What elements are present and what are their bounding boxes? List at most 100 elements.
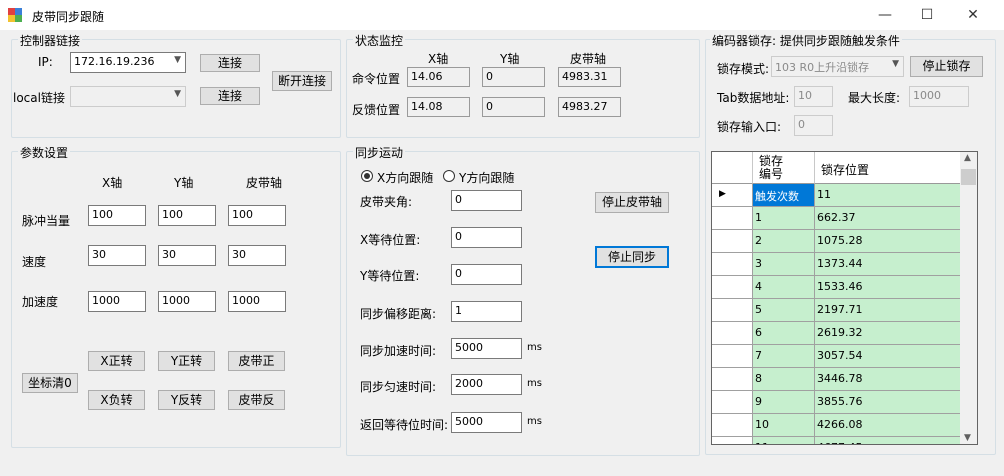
sync-const-time-label: 同步匀速时间: — [360, 380, 437, 394]
x-forward-button[interactable]: X正转 — [88, 351, 145, 371]
params-header-x: X轴 — [102, 176, 123, 190]
sync-offset-label: 同步偏移距离: — [360, 307, 437, 321]
accel-y-input[interactable]: 1000 — [158, 291, 216, 312]
sync-const-time-unit: ms — [527, 378, 542, 389]
grid-vertical-scrollbar[interactable]: ▲ ▼ — [960, 152, 977, 444]
status-header-y: Y轴 — [500, 52, 520, 66]
speed-label: 速度 — [22, 255, 47, 269]
current-row-icon: ▶ — [719, 189, 726, 199]
stop-latch-button[interactable]: 停止锁存 — [910, 56, 983, 77]
speed-x-input[interactable]: 30 — [88, 245, 146, 266]
zero-coords-button[interactable]: 坐标清0 — [22, 373, 78, 393]
grid-row-header[interactable]: ▶ — [712, 184, 753, 207]
grid-cell-number[interactable]: 9 — [753, 391, 815, 414]
y-follow-radio[interactable] — [443, 170, 455, 182]
latch-input-label: 锁存输入口: — [717, 120, 782, 134]
controller-group-label: 控制器链接 — [18, 32, 83, 49]
max-length-label: 最大长度: — [848, 91, 901, 105]
grid-cell-position[interactable]: 1075.28 — [815, 230, 961, 253]
grid-row-header[interactable] — [712, 207, 753, 230]
grid-row-header[interactable] — [712, 414, 753, 437]
return-wait-time-input[interactable]: 5000 — [451, 412, 522, 433]
accel-belt-input[interactable]: 1000 — [228, 291, 286, 312]
grid-cell-position[interactable]: 662.37 — [815, 207, 961, 230]
grid-row-header[interactable] — [712, 230, 753, 253]
ip-value: 172.16.19.236 — [74, 55, 155, 68]
belt-angle-input[interactable]: 0 — [451, 190, 522, 211]
pulse-x-input[interactable]: 100 — [88, 205, 146, 226]
grid-cell-position[interactable]: 3057.54 — [815, 345, 961, 368]
fb-x-field: 14.08 — [407, 97, 470, 117]
grid-row-header[interactable] — [712, 253, 753, 276]
y-reverse-button[interactable]: Y反转 — [158, 390, 215, 410]
grid-cell-number[interactable]: 触发次数 — [753, 184, 815, 207]
sync-const-time-input[interactable]: 2000 — [451, 374, 522, 395]
x-follow-radio[interactable] — [361, 170, 373, 182]
sync-accel-time-input[interactable]: 5000 — [451, 338, 522, 359]
latch-data-grid[interactable]: 锁存 编号 锁存位置 ▶ 触发次数 11 1 662.37 2 1075.28 … — [711, 151, 978, 445]
scroll-down-icon[interactable]: ▼ — [964, 433, 971, 443]
grid-row-header[interactable] — [712, 322, 753, 345]
connect-local-button[interactable]: 连接 — [200, 87, 260, 105]
speed-belt-input[interactable]: 30 — [228, 245, 286, 266]
grid-header-number[interactable]: 锁存 编号 — [753, 152, 815, 184]
grid-cell-position[interactable]: 1533.46 — [815, 276, 961, 299]
x-reverse-button[interactable]: X负转 — [88, 390, 145, 410]
title-bar — [0, 0, 1004, 30]
grid-cell-number[interactable]: 7 — [753, 345, 815, 368]
max-length-input[interactable]: 1000 — [909, 86, 969, 107]
grid-cell-position[interactable]: 3855.76 — [815, 391, 961, 414]
y-follow-label: Y方向跟随 — [459, 171, 515, 185]
grid-cell-position[interactable]: 11 — [815, 184, 961, 207]
minimize-button[interactable]: — — [862, 0, 908, 30]
stop-belt-button[interactable]: 停止皮带轴 — [595, 192, 669, 213]
grid-cell-position[interactable]: 2197.71 — [815, 299, 961, 322]
grid-cell-number[interactable]: 11 — [753, 437, 815, 444]
grid-cell-number[interactable]: 4 — [753, 276, 815, 299]
y-wait-label: Y等待位置: — [360, 269, 420, 283]
grid-cell-position[interactable]: 1373.44 — [815, 253, 961, 276]
tab-address-input[interactable]: 10 — [794, 86, 833, 107]
pulse-y-input[interactable]: 100 — [158, 205, 216, 226]
belt-forward-button[interactable]: 皮带正 — [228, 351, 285, 371]
grid-cell-number[interactable]: 6 — [753, 322, 815, 345]
ip-select[interactable]: 172.16.19.236 ▼ — [70, 52, 186, 73]
grid-cell-number[interactable]: 10 — [753, 414, 815, 437]
grid-header-position[interactable]: 锁存位置 — [815, 152, 961, 184]
grid-cell-position[interactable]: 4266.08 — [815, 414, 961, 437]
latch-mode-select[interactable]: 103 R0上升沿锁存 ▼ — [771, 56, 904, 77]
scroll-up-icon[interactable]: ▲ — [964, 153, 971, 163]
scroll-thumb[interactable] — [961, 169, 976, 185]
grid-row-header[interactable] — [712, 276, 753, 299]
x-wait-input[interactable]: 0 — [451, 227, 522, 248]
disconnect-button[interactable]: 断开连接 — [272, 71, 332, 91]
speed-y-input[interactable]: 30 — [158, 245, 216, 266]
stop-sync-button[interactable]: 停止同步 — [595, 246, 669, 268]
belt-reverse-button[interactable]: 皮带反 — [228, 390, 285, 410]
y-forward-button[interactable]: Y正转 — [158, 351, 215, 371]
y-wait-input[interactable]: 0 — [451, 264, 522, 285]
grid-cell-number[interactable]: 3 — [753, 253, 815, 276]
close-button[interactable]: ✕ — [950, 0, 996, 30]
grid-cell-number[interactable]: 5 — [753, 299, 815, 322]
grid-cell-number[interactable]: 1 — [753, 207, 815, 230]
ip-label: IP: — [38, 55, 53, 69]
grid-row-header[interactable] — [712, 368, 753, 391]
pulse-belt-input[interactable]: 100 — [228, 205, 286, 226]
grid-row-header[interactable] — [712, 299, 753, 322]
maximize-button[interactable]: ☐ — [904, 0, 950, 30]
grid-cell-number[interactable]: 8 — [753, 368, 815, 391]
grid-row-header[interactable] — [712, 391, 753, 414]
connect-ip-button[interactable]: 连接 — [200, 54, 260, 72]
accel-x-input[interactable]: 1000 — [88, 291, 146, 312]
grid-row-header[interactable] — [712, 345, 753, 368]
grid-cell-position[interactable]: 4677.45 — [815, 437, 961, 444]
local-select[interactable]: ▼ — [70, 86, 186, 107]
latch-mode-value: 103 R0上升沿锁存 — [775, 61, 870, 74]
latch-input-field[interactable]: 0 — [794, 115, 833, 136]
grid-row-header[interactable] — [712, 437, 753, 444]
grid-cell-position[interactable]: 3446.78 — [815, 368, 961, 391]
grid-cell-position[interactable]: 2619.32 — [815, 322, 961, 345]
grid-cell-number[interactable]: 2 — [753, 230, 815, 253]
sync-offset-input[interactable]: 1 — [451, 301, 522, 322]
